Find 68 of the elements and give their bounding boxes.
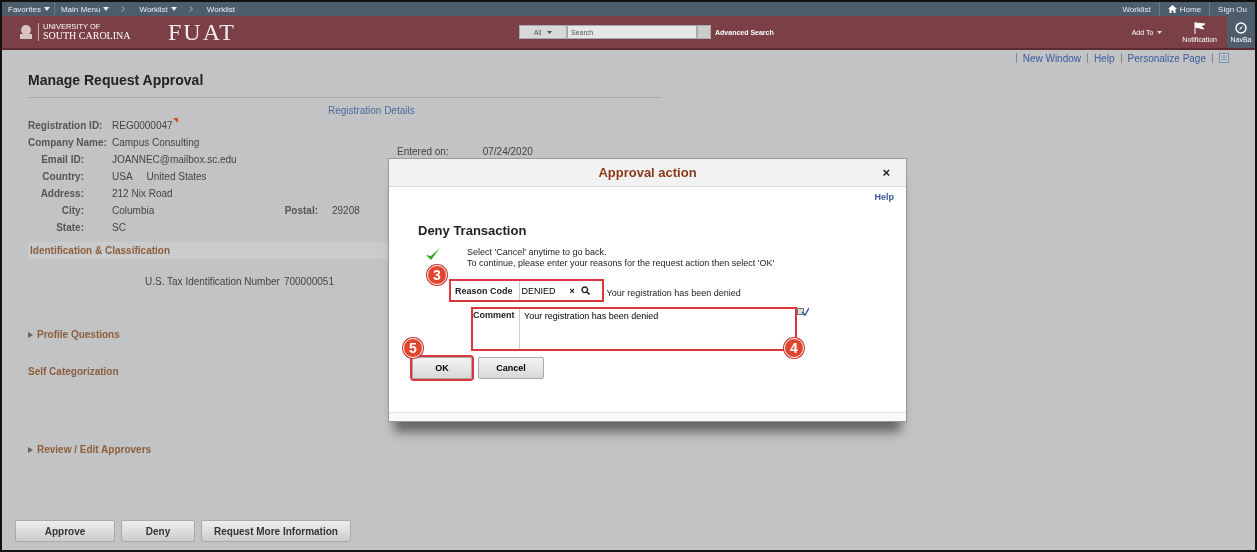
- compass-icon: [1235, 21, 1247, 34]
- step-number-badge: 3: [427, 265, 447, 285]
- field-label: Company Name:: [28, 137, 108, 148]
- reason-description: Your registration has been denied: [606, 287, 741, 298]
- action-button[interactable]: Request More Information: [201, 520, 351, 542]
- field-label: Reason Code: [455, 285, 513, 296]
- field-label: Email ID:: [40, 154, 85, 165]
- field-value: Campus Consulting: [112, 137, 200, 148]
- field-value: 700000051: [283, 276, 334, 287]
- dialog-title: Approval action: [598, 165, 697, 180]
- field-label: State:: [55, 222, 85, 233]
- corner-flag-icon: [172, 118, 178, 123]
- page-icon[interactable]: [1219, 53, 1229, 63]
- reason-code-field[interactable]: Reason Code DENIED ×: [449, 279, 604, 302]
- step-number-badge: 4: [784, 338, 804, 358]
- app-name: FUAT: [168, 18, 236, 46]
- collapsed-arrow-icon[interactable]: [28, 446, 33, 453]
- dialog-heading: Deny Transaction: [418, 223, 528, 238]
- field-value: JOANNEC@mailbox.sc.edu: [112, 154, 237, 165]
- field-label: Country:: [41, 171, 85, 182]
- breadcrumb-link[interactable]: Worklist: [200, 4, 239, 14]
- instruction-text: Select 'Cancel' anytime to go back.: [467, 247, 608, 257]
- chevron-icon: [188, 6, 193, 12]
- breadcrumb-link[interactable]: Worklist: [133, 4, 171, 14]
- caret-down-icon: [547, 30, 553, 34]
- section-heading: Self Categorization: [28, 366, 119, 377]
- field-label: Entered on:: [397, 146, 449, 157]
- close-button[interactable]: ×: [882, 165, 890, 180]
- page-link[interactable]: Help: [1094, 52, 1115, 64]
- nav-link[interactable]: Sign Ou: [1210, 4, 1255, 14]
- step-number-badge: 5: [403, 338, 423, 358]
- checkmark-icon: [425, 247, 441, 261]
- dialog-button[interactable]: Cancel: [478, 357, 544, 379]
- field-value: SC: [112, 222, 126, 233]
- field-value: USA: [112, 171, 133, 182]
- page-link[interactable]: New Window: [1022, 52, 1082, 64]
- caret-down-icon: [1157, 30, 1163, 34]
- collapsed-arrow-icon[interactable]: [28, 331, 33, 338]
- field-label: City:: [60, 205, 85, 216]
- flag-icon: [1193, 21, 1206, 34]
- page-title: Manage Request Approval: [28, 72, 662, 98]
- nav-link[interactable]: Home: [1159, 4, 1210, 14]
- help-link[interactable]: Help: [874, 192, 894, 202]
- field-value: 07/24/2020: [482, 146, 533, 157]
- nav-link[interactable]: Worklist: [1114, 4, 1159, 14]
- action-button[interactable]: Deny: [121, 520, 195, 542]
- clear-button[interactable]: ×: [569, 285, 581, 296]
- page-link[interactable]: Personalize Page: [1127, 52, 1206, 64]
- breadcrumb-link[interactable]: Main Menu: [54, 4, 104, 14]
- field-value: 29208: [332, 205, 361, 216]
- instruction-text: To continue, please enter your reasons for the request action then select 'OK': [467, 258, 775, 268]
- home-icon: [1167, 5, 1177, 13]
- dialog-button[interactable]: OK: [412, 357, 472, 379]
- logo-text: SOUTH CAROLINA: [43, 31, 131, 42]
- action-button[interactable]: Approve: [15, 520, 115, 542]
- university-seal-icon: [18, 24, 34, 40]
- field-value: 212 Nix Road: [112, 188, 173, 199]
- field-label: Registration ID:: [28, 120, 104, 131]
- field-label: Address:: [39, 188, 85, 199]
- chevron-icon: [121, 6, 126, 12]
- spellcheck-icon[interactable]: [797, 307, 809, 316]
- field-value: United States: [146, 171, 207, 182]
- field-value: REG0000047: [112, 120, 173, 131]
- breadcrumb-link[interactable]: Favorites: [2, 4, 44, 14]
- search-icon[interactable]: [580, 286, 590, 295]
- field-label: Postal:: [283, 205, 319, 216]
- field-value: Columbia: [112, 205, 155, 216]
- field-label: U.S. Tax Identification Number: [145, 276, 280, 287]
